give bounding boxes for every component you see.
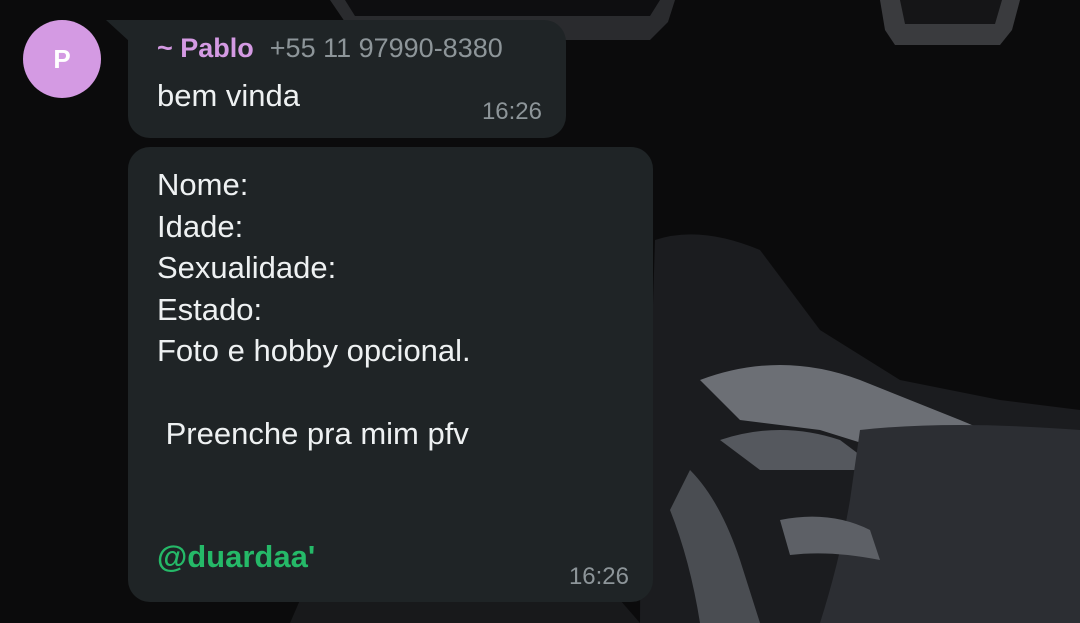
message-time: 16:26 <box>481 98 542 125</box>
message-line: Foto e hobby opcional. <box>157 333 471 368</box>
message-text: bem vinda <box>157 78 301 113</box>
message-bubble[interactable]: ~ Pablo +55 11 97990-8380 bem vinda 16:26 <box>128 20 566 138</box>
bubble-tail <box>106 20 130 42</box>
sender-avatar[interactable]: P <box>23 20 101 98</box>
sender-phone[interactable]: +55 11 97990-8380 <box>270 33 503 63</box>
message-line: Sexualidade: <box>157 250 337 285</box>
message-line: Estado: <box>157 291 263 327</box>
mention-link[interactable]: @duardaa' <box>157 539 315 575</box>
message-line: Idade: <box>157 208 244 244</box>
sender-row: ~ Pablo +55 11 97990-8380 <box>157 33 503 64</box>
avatar-letter: P <box>53 43 71 74</box>
message-bubble[interactable]: Nome: Idade: Sexualidade: Estado: Foto e… <box>128 147 653 602</box>
message-body: Nome: Idade: Sexualidade: Estado: Foto e… <box>157 164 471 455</box>
sender-name[interactable]: ~ Pablo <box>157 33 254 63</box>
message-line: Preenche pra mim pfv <box>157 416 469 451</box>
message-line <box>157 372 471 414</box>
message-line: Nome: <box>157 167 249 202</box>
message-time: 16:26 <box>568 563 629 590</box>
